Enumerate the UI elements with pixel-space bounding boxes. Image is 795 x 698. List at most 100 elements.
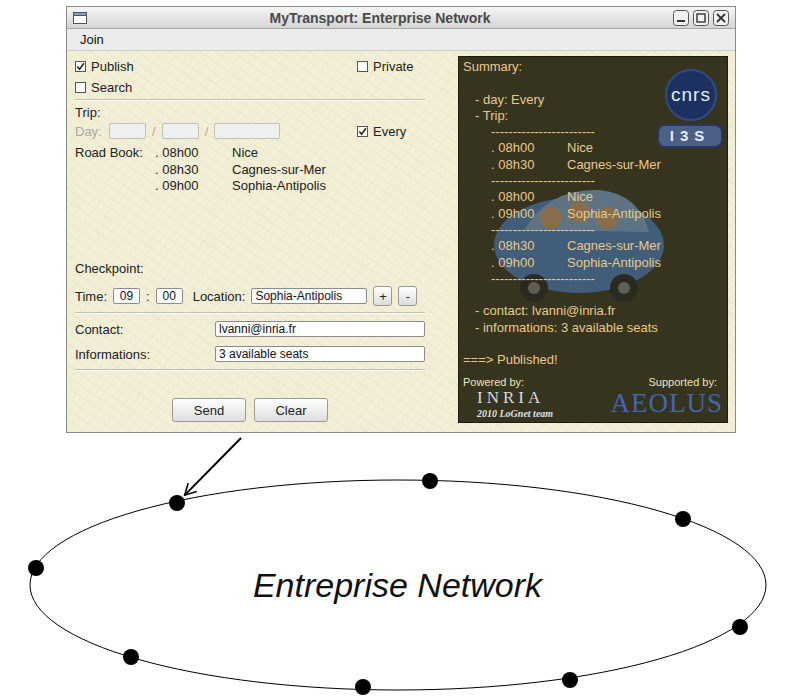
summary-segment-row: . 09h00Sophia-Antipolis <box>463 206 723 222</box>
cnrs-logo-badge: cnrs <box>665 69 717 121</box>
minute-field[interactable] <box>156 288 183 304</box>
summary-segment-row: . 08h30Cagnes-sur-Mer <box>463 157 723 173</box>
summary-segment-row: . 08h30Cagnes-sur-Mer <box>463 238 723 254</box>
supported-by-label: Supported by: <box>649 375 724 389</box>
checkbox-label: Private <box>373 59 413 74</box>
powered-by: Powered by:INRIA2010 LoGnet team <box>463 375 593 419</box>
close-icon[interactable] <box>713 10 729 26</box>
contact-row: Contact: <box>75 320 425 338</box>
inria-logo: INRIA2010 LoGnet team <box>463 389 553 419</box>
checkpoint-label: Checkpoint: <box>75 259 425 277</box>
connected-node[interactable] <box>169 495 185 511</box>
cnrs-logo: cnrs <box>665 69 717 121</box>
credits: Powered by:INRIA2010 LoGnet teamSupporte… <box>463 375 723 419</box>
private-checkbox[interactable]: Private <box>357 56 425 76</box>
road-book-time: . 08h30 <box>155 162 232 179</box>
publish-checkbox[interactable]: Publish <box>75 56 357 76</box>
network-node[interactable] <box>422 473 438 489</box>
separator <box>75 369 425 371</box>
every-checkbox[interactable]: Every <box>357 121 425 141</box>
menu-item[interactable]: Join <box>78 30 106 49</box>
search-checkbox[interactable]: Search <box>75 77 357 97</box>
day-field[interactable] <box>109 123 146 139</box>
checkpoint-row: Time:: Location: +- <box>75 285 425 307</box>
clear-button[interactable]: Clear <box>254 398 328 422</box>
contact-field[interactable] <box>215 321 425 337</box>
button-row: Send Clear <box>75 398 425 422</box>
day-row: Day://Every <box>75 121 425 141</box>
day-label: Day: <box>75 122 103 140</box>
location-field[interactable] <box>251 288 367 304</box>
road-book-label: Road Book: <box>75 145 155 162</box>
summary-time: . 08h00 <box>491 189 567 205</box>
day-fields: Day:// <box>75 122 357 140</box>
i3s-logo: I3S <box>657 124 723 148</box>
road-book-place: Sophia-Antipolis <box>232 178 425 195</box>
summary-place: Nice <box>567 189 723 205</box>
summary-segment-row: . 09h00Sophia-Antipolis <box>463 255 723 271</box>
minimize-icon[interactable] <box>673 10 689 26</box>
hour-field[interactable] <box>113 288 140 304</box>
window-menu-icon[interactable] <box>73 12 87 24</box>
form-panel: PublishPrivateSearchTrip:Day://EveryRoad… <box>67 51 425 432</box>
network-node[interactable] <box>28 560 44 576</box>
day-field[interactable] <box>214 123 280 139</box>
road-book-label <box>75 178 155 195</box>
network-node[interactable] <box>355 679 371 695</box>
network-diagram: Entreprise Network <box>0 432 795 698</box>
summary-time: . 08h30 <box>491 238 567 254</box>
time-separator: : <box>146 287 150 305</box>
trip-label: Trip: <box>75 103 425 121</box>
menu-bar: Join <box>67 29 735 51</box>
informations-field[interactable] <box>215 346 425 362</box>
app-window: MyTransport: Enterprise Network Join Publi… <box>66 6 736 433</box>
checkbox-box[interactable] <box>357 126 368 137</box>
checkbox-box[interactable] <box>75 61 86 72</box>
powered-by-label: Powered by: <box>463 375 524 389</box>
road-book-time: . 09h00 <box>155 178 232 195</box>
summary-place: Cagnes-sur-Mer <box>567 238 723 254</box>
summary-separator: ------------------------ <box>463 173 723 189</box>
maximize-icon[interactable] <box>693 10 709 26</box>
window-controls <box>673 10 729 26</box>
checkbox-box[interactable] <box>75 82 86 93</box>
network-diagram-drawing <box>0 432 795 698</box>
summary-informations: - informations: 3 available seats <box>463 320 723 336</box>
day-field[interactable] <box>162 123 199 139</box>
summary-time: . 08h30 <box>491 157 567 173</box>
checkbox-box[interactable] <box>357 61 368 72</box>
time-label: Time: <box>75 287 107 305</box>
inria-logo-text: INRIA <box>463 389 553 408</box>
network-node[interactable] <box>675 511 691 527</box>
road-book: Road Book:. 08h00Nice. 08h30Cagnes-sur-M… <box>75 145 425 195</box>
summary-separator: ------------------------ <box>463 271 723 287</box>
mode-options: Publish Private Search <box>75 56 425 97</box>
summary-contact: - contact: lvanni@inria.fr <box>463 303 723 319</box>
informations-label: Informations: <box>75 345 215 363</box>
road-book-label <box>75 162 155 179</box>
informations-row: Informations: <box>75 345 425 363</box>
summary-segment-row: . 08h00Nice <box>463 189 723 205</box>
separator <box>75 99 425 101</box>
location-label: Location: <box>193 287 246 305</box>
checkbox-label: Search <box>91 80 132 95</box>
summary-separator: ------------------------ <box>463 222 723 238</box>
checkbox-label: Publish <box>91 59 134 74</box>
check-icon <box>358 127 367 136</box>
supported-by: Supported by:AEOLUS <box>593 375 723 419</box>
day-separator: / <box>205 122 209 140</box>
network-node[interactable] <box>732 619 748 635</box>
send-button[interactable]: Send <box>172 398 246 422</box>
summary-panel: cnrsI3SSummary:- day: Every- Trip:------… <box>458 56 728 423</box>
window-title: MyTransport: Enterprise Network <box>93 10 667 26</box>
remove-checkpoint-button[interactable]: - <box>398 286 417 306</box>
add-checkpoint-button[interactable]: + <box>373 286 392 306</box>
contact-label: Contact: <box>75 320 215 338</box>
connection-arrow-icon <box>185 438 241 495</box>
title-bar: MyTransport: Enterprise Network <box>67 7 735 29</box>
network-label: Entreprise Network <box>0 560 795 610</box>
network-node[interactable] <box>562 672 578 688</box>
summary-time: . 09h00 <box>491 206 567 222</box>
network-node[interactable] <box>123 649 139 665</box>
i3s-logo-badge: I3S <box>657 124 723 148</box>
